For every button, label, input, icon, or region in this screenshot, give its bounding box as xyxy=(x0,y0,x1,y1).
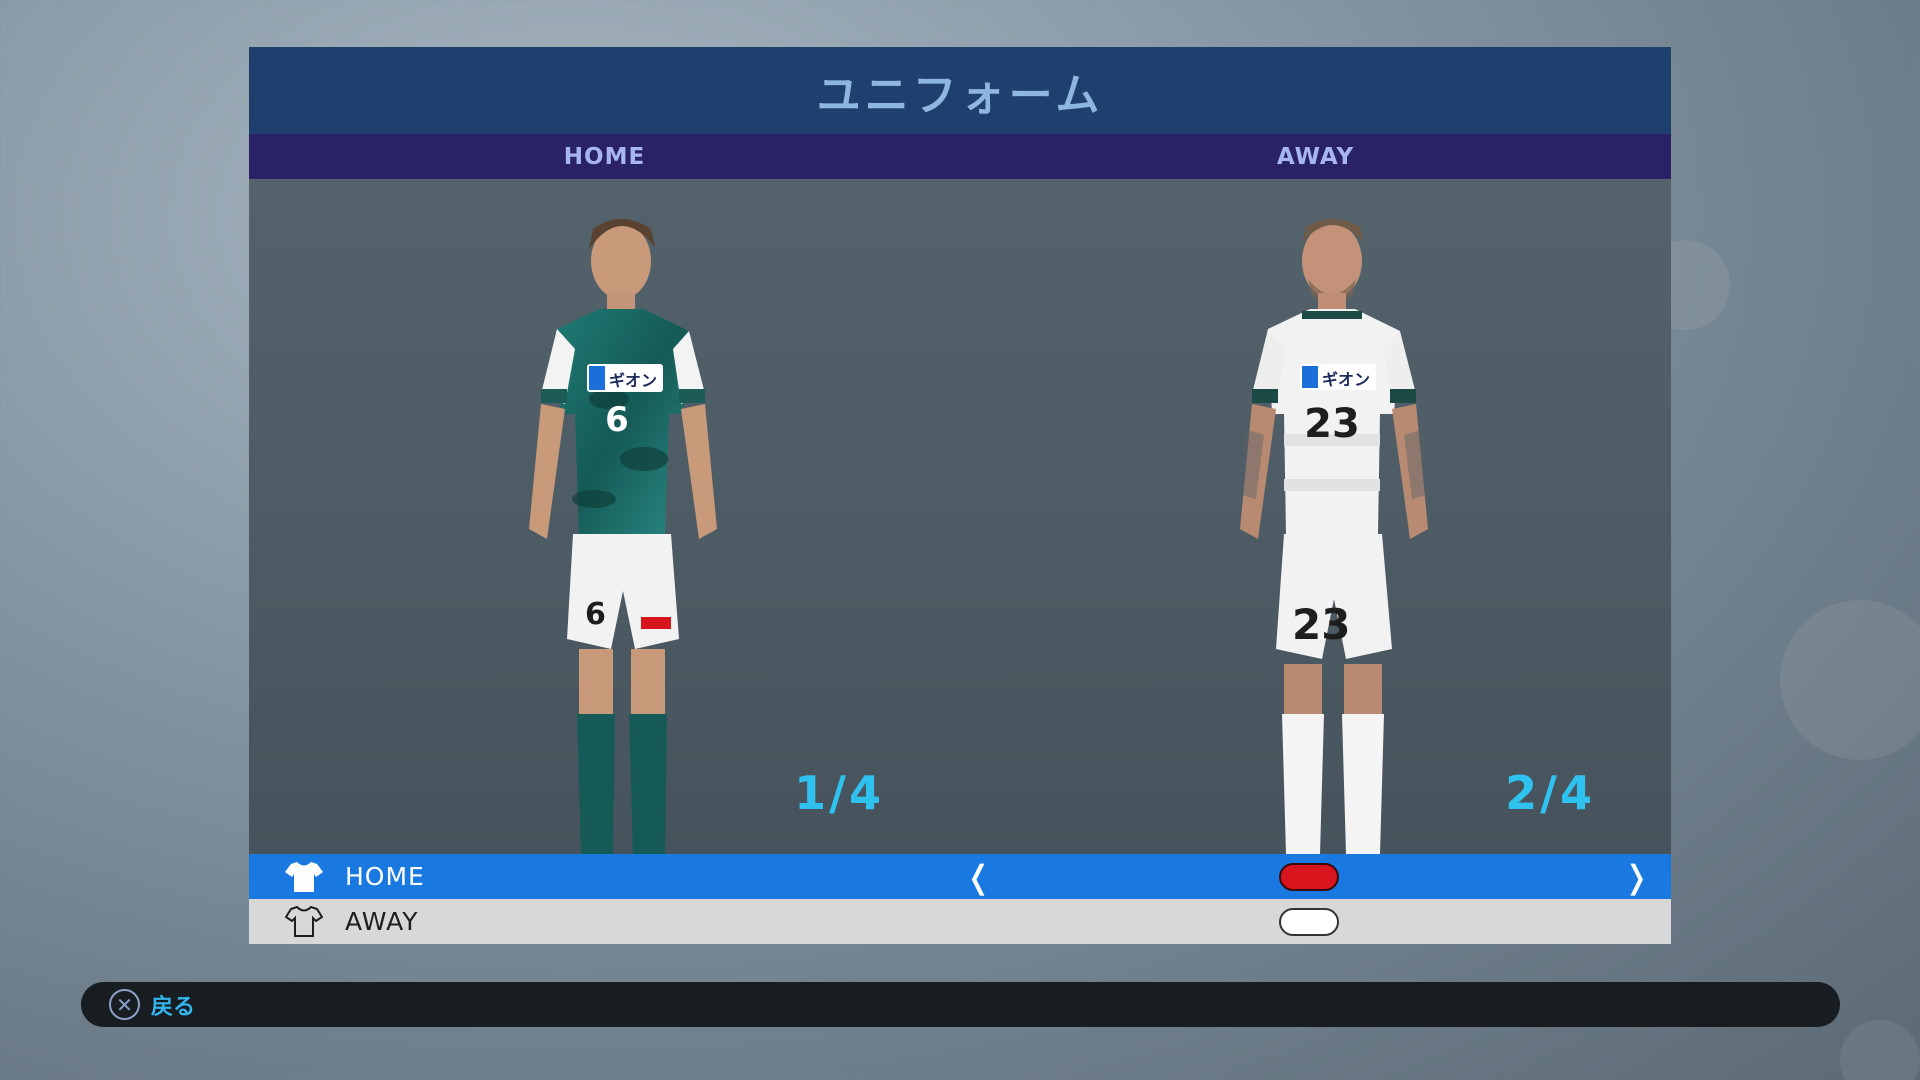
uniform-panel: ユニフォーム HOME AWAY ギオン 6 6 1/4 ギオン 23 23 2… xyxy=(249,47,1671,944)
kit-color-swatch-red xyxy=(1279,863,1339,891)
kit-option-away[interactable]: AWAY xyxy=(249,899,1671,944)
chevron-right-icon[interactable]: ❭ xyxy=(1623,858,1650,896)
home-kit-counter: 1/4 xyxy=(794,766,884,820)
outline-shirt-icon xyxy=(285,905,323,937)
home-shirt-number: 6 xyxy=(605,400,629,440)
filled-shirt-icon xyxy=(285,862,323,892)
title-bar: ユニフォーム xyxy=(249,47,1671,134)
back-label[interactable]: 戻る xyxy=(151,989,195,1021)
kit-color-swatch-white xyxy=(1279,908,1339,936)
chevron-left-icon[interactable]: ❬ xyxy=(965,858,992,896)
away-kit-counter: 2/4 xyxy=(1505,766,1595,820)
kit-preview-stage: ギオン 6 6 1/4 ギオン 23 23 2/4 xyxy=(249,179,1671,854)
kit-option-home[interactable]: HOME ❬ ❭ xyxy=(249,854,1671,899)
kit-tab-bar: HOME AWAY xyxy=(249,134,1671,179)
tab-home[interactable]: HOME xyxy=(249,134,960,179)
cross-button-icon[interactable]: ✕ xyxy=(109,989,140,1020)
home-kit-preview: ギオン 6 6 1/4 xyxy=(249,179,960,854)
home-player-model: ギオン 6 6 xyxy=(529,219,717,854)
kit-option-home-label: HOME xyxy=(345,862,425,891)
kit-option-away-label: AWAY xyxy=(345,907,419,936)
home-shorts-number: 6 xyxy=(585,597,606,632)
control-hint-bar: ✕ 戻る xyxy=(81,982,1840,1027)
away-shirt-number: 23 xyxy=(1304,401,1360,447)
home-sponsor-text: ギオン xyxy=(609,371,657,390)
away-kit-preview: ギオン 23 23 2/4 xyxy=(960,179,1671,854)
away-shorts-number: 23 xyxy=(1292,600,1350,649)
tab-away[interactable]: AWAY xyxy=(960,134,1671,179)
away-player-model: ギオン 23 23 xyxy=(1240,219,1428,854)
page-title: ユニフォーム xyxy=(816,69,1104,121)
away-sponsor-text: ギオン xyxy=(1322,370,1370,389)
